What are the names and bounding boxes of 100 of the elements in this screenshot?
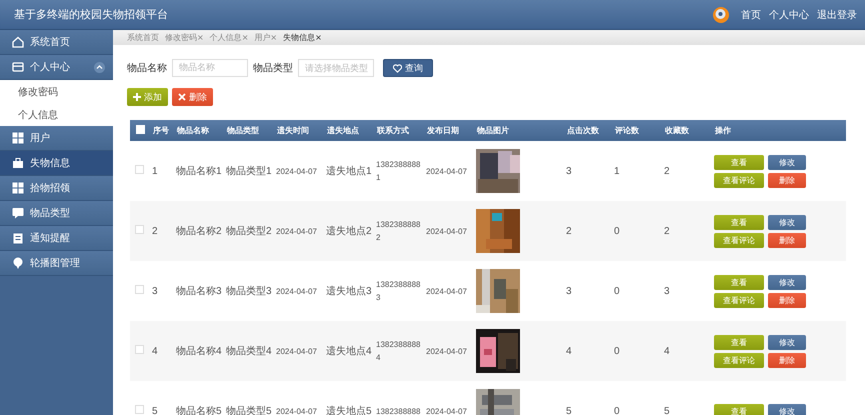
plus-icon (133, 93, 141, 101)
checkbox[interactable] (135, 345, 144, 354)
menu-item-icon (12, 257, 24, 269)
table-cell: 物品类型1 (226, 166, 272, 176)
sidebar-item[interactable]: 拾物招领 (0, 176, 113, 201)
row-action-button[interactable]: 查看 (714, 274, 764, 290)
table-cell: 1 (152, 166, 158, 176)
table-cell: 物品名称2 (176, 226, 222, 236)
search-field[interactable]: 物品名称 (172, 59, 248, 77)
column-header: 收藏数 (665, 126, 689, 135)
sidebar-item[interactable]: 用户 (0, 126, 113, 151)
sidebar-item[interactable]: 通知提醒 (0, 226, 113, 251)
table-cell: 2024-04-07 (276, 226, 317, 236)
table-cell: 物品名称4 (176, 346, 222, 356)
row-action-button[interactable]: 查看 (714, 404, 764, 415)
table-cell-text: 13823888881 (376, 159, 422, 184)
sidebar-item[interactable]: 失物信息 (0, 151, 113, 176)
table-cell: 2024-04-07 (276, 406, 317, 415)
table-cell: 3 (664, 286, 670, 296)
table-cell: 2 (664, 166, 670, 176)
column-header: 遗失时间 (277, 126, 309, 135)
table-cell-text: 13823888883 (376, 279, 422, 304)
sidebar-item[interactable]: 系统首页 (0, 30, 113, 55)
row-action-button[interactable]: 修改 (768, 334, 806, 350)
table-cell: 2024-04-07 (276, 286, 317, 296)
action-button[interactable]: 添加 (127, 88, 168, 106)
column-header: 评论数 (615, 126, 639, 135)
row-action-button[interactable]: 查看 (714, 334, 764, 350)
row-action-button[interactable]: 修改 (768, 154, 806, 170)
table-cell: 5 (566, 406, 572, 415)
table-cell: 遗失地点3 (326, 286, 372, 296)
checkbox[interactable] (135, 405, 144, 414)
heart-icon (393, 64, 402, 72)
table-cell: 遗失地点2 (326, 226, 372, 236)
nav-link[interactable]: 首页 (741, 8, 761, 22)
menu-item-icon (12, 157, 24, 169)
table-cell: 遗失地点4 (326, 346, 372, 356)
row-action-button[interactable]: 查看 (714, 214, 764, 230)
table-cell: 2024-04-07 (426, 406, 467, 415)
row-action-button[interactable]: 删除 (768, 352, 806, 368)
column-header: 物品图片 (477, 126, 509, 135)
menu-item-icon (12, 232, 24, 244)
checkbox[interactable] (135, 285, 144, 294)
table-cell: 4 (566, 346, 572, 356)
table-cell: 物品类型2 (226, 226, 272, 236)
nav-link[interactable]: 退出登录 (817, 8, 857, 22)
avatar-icon[interactable] (713, 6, 729, 22)
table-cell: 2024-04-07 (426, 286, 467, 296)
column-header: 物品名称 (177, 126, 209, 135)
table-cell: 2024-04-07 (276, 346, 317, 356)
page-tab[interactable]: 系统首页 (127, 32, 159, 43)
search-button[interactable]: 查询 (383, 59, 433, 77)
table-cell: 3 (566, 166, 572, 176)
nav-link[interactable]: 个人中心 (769, 8, 809, 22)
table-cell: 物品类型3 (226, 286, 272, 296)
table-cell: 物品名称3 (176, 286, 222, 296)
table-cell: 2024-04-07 (276, 166, 317, 176)
table-cell-text: 13823888882 (376, 219, 422, 244)
close-icon (178, 93, 186, 101)
page-tab[interactable]: 失物信息× (283, 32, 322, 43)
column-header: 遗失地点 (327, 126, 359, 135)
checkbox[interactable] (135, 165, 144, 174)
checkbox[interactable] (135, 225, 144, 234)
row-action-button[interactable]: 修改 (768, 404, 806, 415)
field-label: 物品类型 (253, 62, 293, 75)
table-cell: 物品名称1 (176, 166, 222, 176)
row-action-button[interactable]: 查看评论 (714, 232, 764, 248)
row-action-button[interactable]: 删除 (768, 232, 806, 248)
action-button[interactable]: 删除 (172, 88, 213, 106)
field-label: 物品名称 (127, 62, 167, 75)
table-cell: 物品类型4 (226, 346, 272, 356)
table-cell: 物品名称5 (176, 406, 222, 415)
row-action-button[interactable]: 查看评论 (714, 172, 764, 188)
column-header: 序号 (153, 126, 169, 135)
column-header: 发布日期 (427, 126, 459, 135)
row-action-button[interactable]: 修改 (768, 274, 806, 290)
row-action-button[interactable]: 删除 (768, 292, 806, 308)
column-header: 物品类型 (227, 126, 259, 135)
table-cell: 物品类型5 (226, 406, 272, 415)
sidebar-subitem[interactable]: 个人信息 (0, 103, 113, 126)
table-cell: 5 (152, 406, 158, 415)
table-cell: 1 (614, 166, 620, 176)
row-action-button[interactable]: 查看评论 (714, 352, 764, 368)
menu-item-icon (12, 182, 24, 194)
table-cell: 0 (614, 286, 620, 296)
table-cell-text: 13823888884 (376, 339, 422, 364)
sidebar-item[interactable]: 个人中心 (0, 55, 113, 80)
sidebar-item[interactable]: 物品类型 (0, 201, 113, 226)
table-cell: 遗失地点1 (326, 166, 372, 176)
row-action-button[interactable]: 查看评论 (714, 292, 764, 308)
row-action-button[interactable]: 删除 (768, 172, 806, 188)
row-action-button[interactable]: 修改 (768, 214, 806, 230)
row-action-button[interactable]: 查看 (714, 154, 764, 170)
page-tab[interactable]: 个人信息× (210, 32, 248, 43)
sidebar-subitem[interactable]: 修改密码 (0, 80, 113, 103)
table-cell: 5 (664, 406, 670, 415)
sidebar-item[interactable]: 轮播图管理 (0, 251, 113, 276)
page-tab[interactable]: 修改密码× (165, 32, 204, 43)
page-tab[interactable]: 用户× (254, 32, 278, 43)
table-cell: 2 (664, 226, 670, 236)
